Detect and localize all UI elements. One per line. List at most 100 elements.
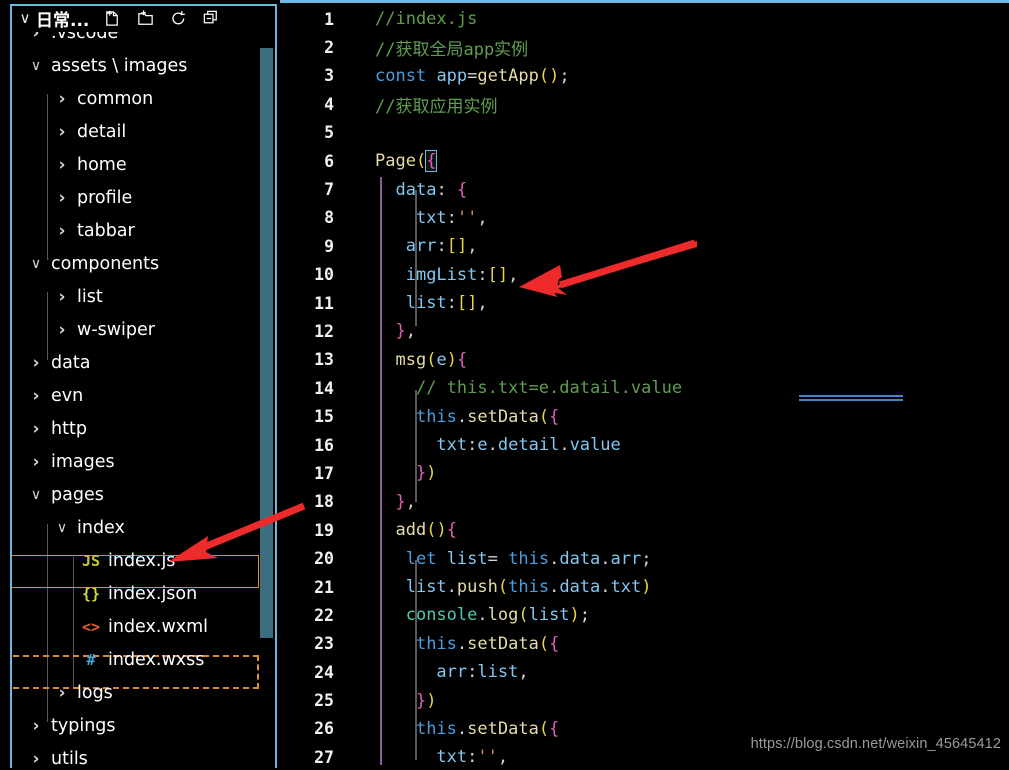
code-line[interactable]: 18 }, [280,488,1009,516]
chevron-right-icon[interactable]: › [52,287,72,307]
chevron-right-icon[interactable]: › [52,188,72,208]
refresh-icon[interactable] [169,9,188,28]
explorer-scrollbar[interactable] [260,48,273,638]
collapse-all-icon[interactable] [202,9,221,28]
code-line[interactable]: 15 this.setData({ [280,402,1009,430]
chevron-down-icon[interactable]: ∨ [14,9,36,27]
tree-file-item[interactable]: {} index.json [12,577,260,610]
tree-folder-item[interactable]: ∨ index [12,511,260,544]
tree-folder-item[interactable]: › http [12,412,260,445]
code-line[interactable]: 16 txt:e.detail.value [280,431,1009,459]
tree-file-item[interactable]: JS index.js [12,544,260,577]
code-line[interactable]: 3 const app=getApp(); [280,62,1009,90]
code-line[interactable]: 9 arr:[], [280,232,1009,260]
code-text: }, [395,491,416,512]
line-number: 4 [324,94,334,114]
chevron-right-icon[interactable]: › [26,419,46,439]
code-line[interactable]: 8 txt:'', [280,204,1009,232]
code-text: Page({ [375,150,438,173]
tree-folder-item[interactable]: › detail [12,115,260,148]
tree-folder-item[interactable]: ∨ components [12,247,260,280]
json-file-icon: {} [81,584,101,603]
code-text: txt:e.detail.value [436,435,621,456]
code-line[interactable]: 5 [280,119,1009,147]
code-line[interactable]: 7 data: { [280,175,1009,203]
new-file-icon[interactable] [103,9,122,28]
code-text: list.push(this.data.txt) [405,577,652,597]
tree-folder-item[interactable]: › data [12,346,260,379]
chevron-down-icon[interactable]: ∨ [26,256,46,272]
tree-folder-item[interactable]: ∨ pages [12,478,260,511]
code-text: //获取全局app实例 [375,40,529,61]
line-number: 10 [314,265,334,285]
chevron-right-icon[interactable]: › [26,749,46,769]
code-line[interactable]: 12 }, [280,317,1009,345]
tree-folder-item[interactable]: › home [12,148,260,181]
tree-item-label: index.js [108,550,176,571]
tree-folder-item[interactable]: › common [12,82,260,115]
code-line[interactable]: 20 let list= this.data.arr; [280,544,1009,572]
chevron-right-icon[interactable]: › [26,452,46,472]
tree-folder-item[interactable]: › utils [12,742,260,769]
chevron-right-icon[interactable]: › [26,353,46,373]
code-line[interactable]: 11 list:[], [280,289,1009,317]
code-line[interactable]: 13 msg(e){ [280,346,1009,374]
tree-file-item[interactable]: # index.wxss [12,643,260,676]
chevron-right-icon[interactable]: › [52,683,72,703]
code-text: data: { [395,179,468,200]
tree-folder-item[interactable]: ∨ assets \ images [12,49,260,82]
tree-folder-item[interactable]: › w-swiper [12,313,260,346]
code-line[interactable]: 21 list.push(this.data.txt) [280,573,1009,601]
code-line[interactable]: 24 arr:list, [280,658,1009,686]
line-number: 9 [324,236,334,256]
code-line[interactable]: 6 Page({ [280,147,1009,175]
tree-item-label: index.wxss [108,649,205,670]
code-line[interactable]: 22 console.log(list); [280,601,1009,629]
code-text: list:[], [405,293,488,314]
code-editor[interactable]: 1 //index.js 2 //获取全局app实例 3 const app=getApp… [280,0,1009,770]
new-folder-icon[interactable] [136,9,155,28]
chevron-right-icon[interactable]: › [26,386,46,406]
tree-folder-item[interactable]: › tabbar [12,214,260,247]
chevron-right-icon[interactable]: › [52,89,72,109]
chevron-down-icon[interactable]: ∨ [52,520,72,536]
code-text: console.log(list); [405,605,591,626]
tree-item-label: http [51,418,87,439]
tree-folder-item[interactable]: › .vscode [12,32,260,49]
tree-folder-item[interactable]: › logs [12,676,260,709]
code-text: imgList:[], [405,264,519,285]
chevron-right-icon[interactable]: › [52,221,72,241]
tree-folder-item[interactable]: › profile [12,181,260,214]
tree-folder-item[interactable]: › evn [12,379,260,412]
file-tree[interactable]: › .vscode ∨ assets \ images › common › detail › h… [12,32,260,768]
code-text: arr:[], [405,236,478,257]
tree-folder-item[interactable]: › images [12,445,260,478]
tree-file-item[interactable]: <> index.wxml [12,610,260,643]
tree-item-label: .vscode [51,32,119,43]
code-line[interactable]: 23 this.setData({ [280,630,1009,658]
code-line[interactable]: 2 //获取全局app实例 [280,33,1009,61]
code-line[interactable]: 4 //获取应用实例 [280,90,1009,118]
tree-item-label: w-swiper [77,319,155,340]
code-line[interactable]: 19 add(){ [280,516,1009,544]
chevron-right-icon[interactable]: › [26,32,46,43]
explorer-title[interactable]: 日常... [36,6,89,31]
chevron-right-icon[interactable]: › [52,122,72,142]
code-line[interactable]: 25 }) [280,686,1009,714]
line-number: 7 [324,180,334,200]
line-number: 27 [314,747,334,767]
code-text: const app=getApp(); [375,65,570,86]
chevron-down-icon[interactable]: ∨ [26,487,46,503]
tree-folder-item[interactable]: › list [12,280,260,313]
chevron-right-icon[interactable]: › [52,320,72,340]
spellcheck-underline [799,395,903,401]
code-line[interactable]: 10 imgList:[], [280,261,1009,289]
code-line[interactable]: 1 //index.js [280,5,1009,33]
line-number: 12 [314,321,334,341]
line-number: 17 [314,463,334,483]
chevron-down-icon[interactable]: ∨ [26,58,46,74]
tree-folder-item[interactable]: › typings [12,709,260,742]
chevron-right-icon[interactable]: › [26,716,46,736]
chevron-right-icon[interactable]: › [52,155,72,175]
code-line[interactable]: 17 }) [280,459,1009,487]
